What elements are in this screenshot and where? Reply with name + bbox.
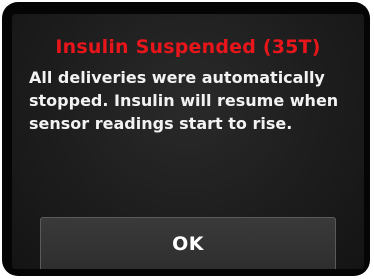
alert-message: All deliveries were automatically stoppe… bbox=[29, 68, 339, 133]
ok-button[interactable]: OK bbox=[40, 217, 336, 269]
alert-screen: Insulin Suspended (35T) All deliveries w… bbox=[12, 14, 364, 269]
alert-title: Insulin Suspended (35T) bbox=[55, 36, 321, 58]
pump-device: Insulin Suspended (35T) All deliveries w… bbox=[0, 0, 374, 279]
ok-button-label: OK bbox=[172, 232, 204, 255]
device-bezel: Insulin Suspended (35T) All deliveries w… bbox=[2, 2, 370, 276]
